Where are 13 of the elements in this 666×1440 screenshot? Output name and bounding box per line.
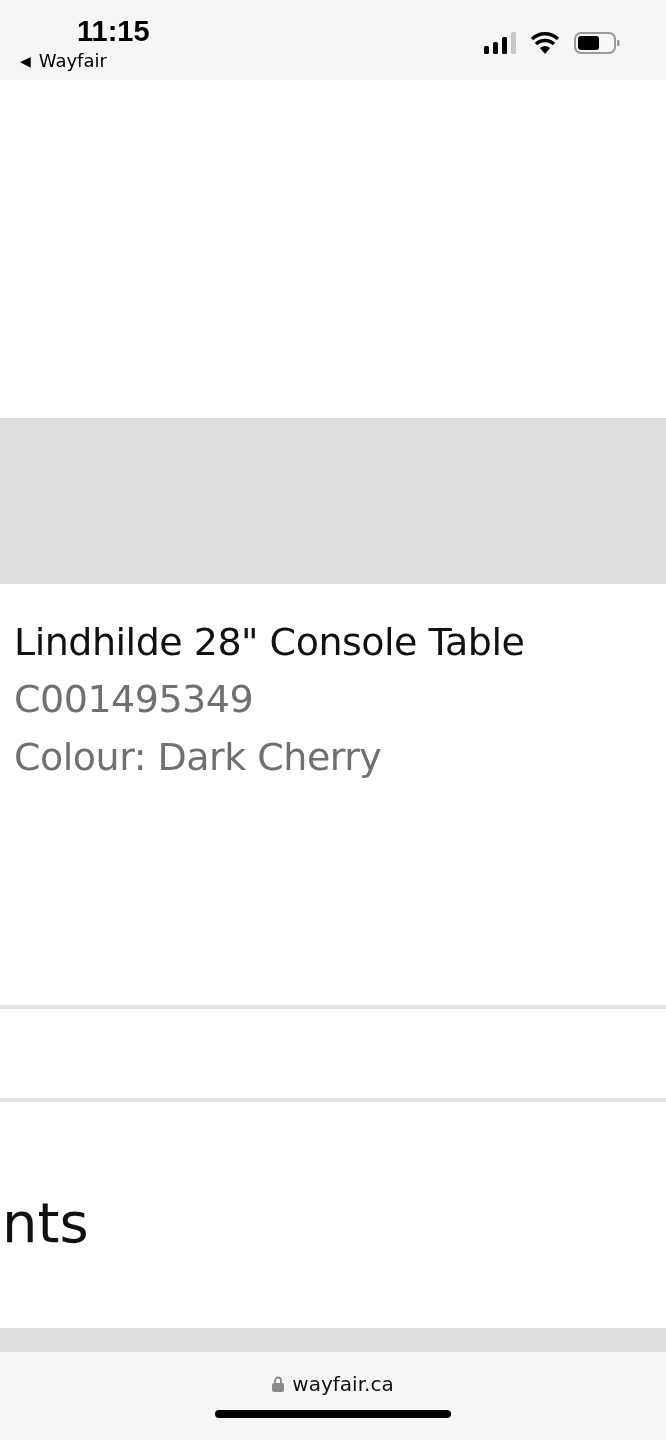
signal-icon xyxy=(484,32,516,54)
product-colour: Colour: Dark Cherry xyxy=(14,734,383,781)
product-sku: C001495349 xyxy=(14,676,255,723)
clock-time: 11:15 xyxy=(77,14,150,48)
product-title: Lindhilde 28" Console Table xyxy=(14,619,526,666)
back-arrow[interactable]: ◀ xyxy=(20,51,31,71)
wifi-icon xyxy=(530,32,560,54)
url-text[interactable]: wayfair.ca xyxy=(292,1372,394,1396)
battery-icon xyxy=(574,32,620,54)
section-heading: nts xyxy=(2,1189,89,1255)
lock-icon xyxy=(272,1376,285,1392)
home-indicator[interactable] xyxy=(215,1410,451,1418)
back-to-app-link[interactable]: Wayfair xyxy=(38,50,107,72)
